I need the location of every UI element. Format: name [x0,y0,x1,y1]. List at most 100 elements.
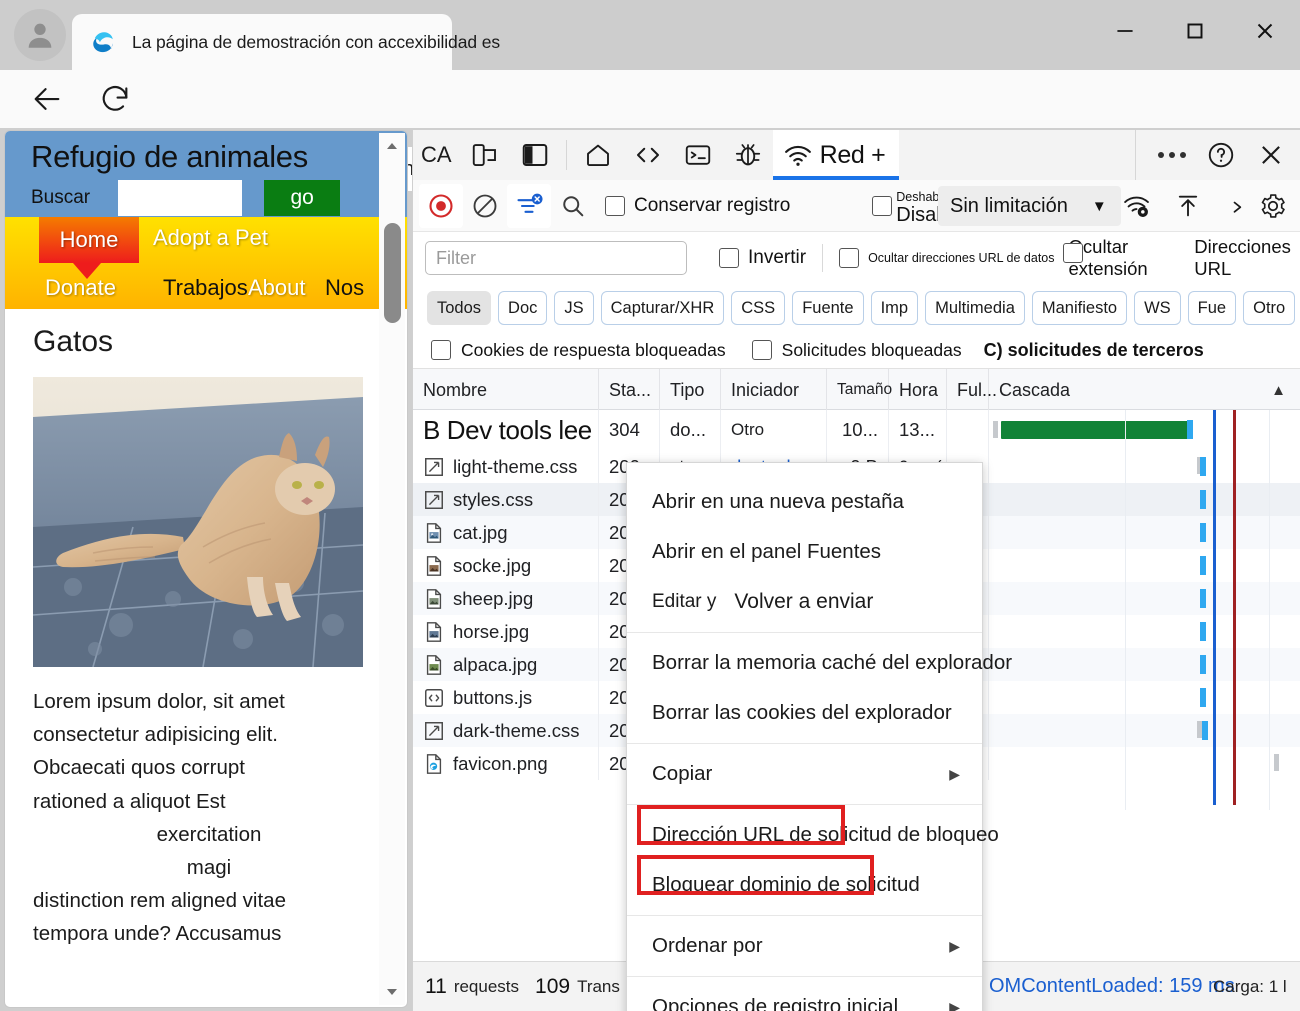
context-menu[interactable]: Abrir en una nueva pestaña Abrir en el p… [626,462,1012,1011]
search-input[interactable] [118,180,243,216]
filter-input[interactable]: Filter [425,241,687,275]
search-button[interactable] [551,184,595,228]
devtools-help-button[interactable] [1196,130,1246,180]
col-cascada[interactable]: Cascada ▲ [989,369,1300,411]
preserve-log-checkbox-group[interactable]: Conservar registro [605,195,790,217]
blocked-cookies-checkbox[interactable] [431,340,451,360]
filter-toggle-button[interactable] [507,183,551,228]
urls-label: Direcciones URL [1194,236,1291,279]
chip-css[interactable]: CSS [731,291,786,325]
panel-home-button[interactable] [573,130,623,180]
chip-manifiesto[interactable]: Manifiesto [1031,291,1128,325]
requests-table-header: Nombre Sta... Tipo Iniciador Tamaño Hora… [413,368,1300,411]
dock-side-button[interactable] [510,130,560,180]
page-scrollbar[interactable] [379,133,405,1005]
ctx-block-request-domain[interactable]: Bloquear dominio de solicitud [627,860,982,910]
waterfall-queue-tick [993,421,998,438]
go-button[interactable]: go [264,180,341,216]
browser-tab[interactable]: La página de demostración con accexibili… [72,14,500,70]
ctx-open-new-tab[interactable]: Abrir en una nueva pestaña [627,477,982,527]
chip-todos[interactable]: Todos [427,291,492,325]
table-row[interactable]: B Dev tools lee 304 do... Otro 10... 13.… [413,410,1300,450]
col-full[interactable]: Ful... [947,369,997,411]
ctx-clear-cookies[interactable]: Borrar las cookies del explorador [627,688,982,738]
tab-network[interactable]: Red + [772,130,900,180]
devtools-close-button[interactable] [1246,130,1296,180]
ctx-top-pad [627,463,982,477]
import-har-button[interactable] [1166,184,1210,228]
col-nombre[interactable]: Nombre [413,369,599,411]
clear-button[interactable] [463,184,507,228]
ctx-copy-label: Copiar [652,762,713,785]
invert-checkbox-group[interactable]: Invertir [719,247,806,269]
ctx-separator [627,632,982,633]
scroll-up-arrow[interactable] [379,133,405,159]
record-button[interactable] [419,183,463,228]
ctx-block-request-url[interactable]: Dirección URL de solicitud de bloqueo [627,810,999,860]
hide-data-urls-checkbox[interactable] [839,248,860,268]
chip-fetch-xhr[interactable]: Capturar/XHR [600,291,725,325]
maximize-button[interactable] [1160,0,1230,62]
col-status[interactable]: Sta... [599,369,660,411]
chip-multimedia[interactable]: Multimedia [925,291,1025,325]
invert-checkbox[interactable] [719,248,739,268]
nav-item-home[interactable]: Home [39,217,139,279]
device-toolbar-button[interactable] [460,130,510,180]
tab-network-label: Red + [819,140,886,169]
hide-extension-label: Ocultar extensión [1068,236,1148,279]
col-tamano[interactable]: Tamaño [827,369,892,411]
ctx-copy[interactable]: Copiar ▶ [627,749,982,799]
close-button[interactable] [1230,0,1300,62]
paragraph-line-1: consectetur adipisicing elit. [33,723,278,747]
preserve-log-checkbox[interactable] [605,195,625,216]
col-tipo[interactable]: Tipo [660,369,721,411]
ctx-initial-log-options[interactable]: Opciones de registro inicial ▶ [627,982,982,1011]
reload-button[interactable] [94,78,136,120]
devtools-more-button[interactable] [1148,130,1196,180]
ctx-sort-by[interactable]: Ordenar por ▶ [627,921,982,971]
preserve-log-label: Conservar registro [634,194,791,216]
chip-fue[interactable]: Fue [1187,291,1237,325]
panel-console-button[interactable] [673,130,723,180]
scroll-down-arrow[interactable] [379,979,405,1005]
ctx-sort-label: Ordenar por [652,934,763,957]
network-conditions-button[interactable] [1115,184,1159,228]
col-hora[interactable]: Hora [889,369,947,411]
chip-js[interactable]: JS [554,291,594,325]
panel-debugger-button[interactable] [723,130,773,180]
chip-fuente[interactable]: Fuente [792,291,864,325]
ctx-edit-resend[interactable]: Editar y Volver a enviar [627,577,982,627]
nav-item-nos[interactable]: Nos [325,275,364,301]
reload-icon [102,85,128,111]
paragraph-line-0: Lorem ipsum dolor, sit amet [33,690,285,713]
blocked-requests-checkbox[interactable] [751,340,772,360]
chip-ws[interactable]: WS [1134,291,1181,325]
panel-elements-button[interactable] [623,130,673,180]
col-iniciador[interactable]: Iniciador [721,369,827,411]
waterfall-download-tick [1200,589,1206,608]
chip-otro[interactable]: Otro [1243,291,1296,325]
filter-divider [822,244,824,272]
hide-extension-checkbox[interactable] [1063,243,1084,263]
nav-item-about[interactable]: About [248,275,306,301]
profile-avatar-button[interactable] [14,9,66,61]
nav-item-donate[interactable]: Donate [45,275,116,301]
scrollbar-thumb[interactable] [384,223,401,323]
minimize-icon [1117,30,1133,32]
request-status: 304 [599,410,660,450]
ctx-clear-cache[interactable]: Borrar la memoria caché del explorador [627,638,1012,688]
ctx-open-sources[interactable]: Abrir en el panel Fuentes [627,527,982,577]
request-waterfall [989,483,1300,516]
nav-item-trabajos[interactable]: Trabajos [163,275,248,301]
requests-label: requests [453,976,520,996]
chip-doc[interactable]: Doc [498,291,548,325]
devtools-ca-button[interactable]: CA [413,130,460,180]
minimize-button[interactable] [1090,0,1160,62]
submenu-arrow-icon: ▶ [949,765,960,782]
back-button[interactable] [26,78,68,120]
settings-button[interactable] [1251,184,1295,228]
nav-item-adopt[interactable]: Adopt a Pet [153,225,268,251]
throttle-dropdown[interactable]: Sin limitación ▼ [938,186,1121,226]
chip-imp[interactable]: Imp [870,291,919,325]
disable-cache-checkbox[interactable] [872,195,893,216]
